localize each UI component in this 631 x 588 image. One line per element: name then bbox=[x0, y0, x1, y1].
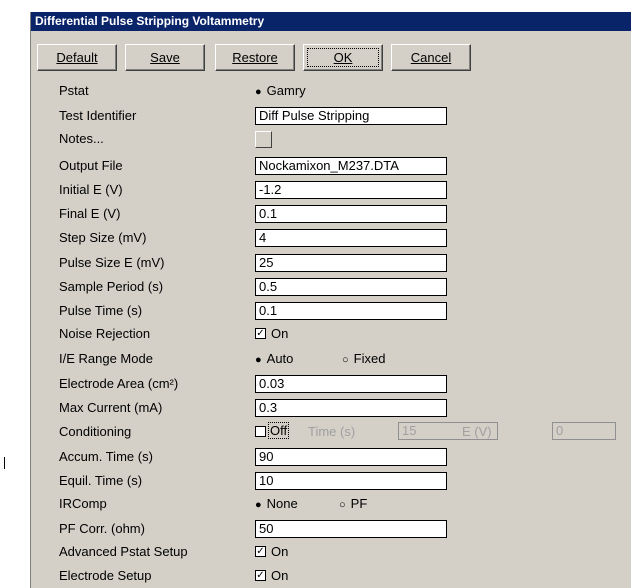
radio-unselected-icon: ○ bbox=[342, 354, 349, 366]
pstat-gamry-radio[interactable]: ● Gamry bbox=[255, 83, 306, 98]
electrode-area-label: Electrode Area (cm²) bbox=[59, 376, 179, 391]
notes-label: Notes... bbox=[59, 131, 104, 146]
pulse-size-input[interactable]: 25 bbox=[255, 254, 447, 272]
conditioning-e-label: E (V) bbox=[462, 424, 492, 439]
checkmark-icon: ✓ bbox=[256, 328, 265, 339]
ie-range-auto-label: Auto bbox=[266, 351, 294, 366]
pulse-size-label: Pulse Size E (mV) bbox=[59, 255, 165, 270]
ircomp-pf-label: PF bbox=[350, 496, 368, 511]
ie-range-mode-label: I/E Range Mode bbox=[59, 351, 153, 366]
cancel-button[interactable]: Cancel bbox=[391, 44, 471, 71]
output-file-input[interactable]: Nockamixon_M237.DTA bbox=[255, 157, 447, 175]
conditioning-checkbox[interactable] bbox=[255, 426, 266, 437]
step-size-input[interactable]: 4 bbox=[255, 229, 447, 247]
pstat-label: Pstat bbox=[59, 83, 89, 98]
electrode-setup-checkbox[interactable]: ✓ bbox=[255, 570, 266, 581]
electrode-setup-label: Electrode Setup bbox=[59, 568, 152, 583]
conditioning-time-label: Time (s) bbox=[308, 424, 356, 439]
electrode-area-input[interactable]: 0.03 bbox=[255, 375, 447, 393]
electrode-setup-on-label: On bbox=[271, 568, 289, 583]
advanced-pstat-checkbox[interactable]: ✓ bbox=[255, 546, 266, 557]
conditioning-e-input[interactable]: 0 bbox=[552, 422, 616, 440]
accum-time-label: Accum. Time (s) bbox=[59, 449, 153, 464]
advanced-pstat-label: Advanced Pstat Setup bbox=[59, 544, 188, 559]
advanced-pstat-on-label: On bbox=[271, 544, 289, 559]
pulse-time-input[interactable]: 0.1 bbox=[255, 302, 447, 320]
dialog-window: Differential Pulse Stripping Voltammetry… bbox=[30, 12, 631, 588]
ie-range-auto-radio[interactable]: ● Auto bbox=[255, 351, 293, 366]
radio-selected-icon: ● bbox=[255, 354, 262, 366]
max-current-input[interactable]: 0.3 bbox=[255, 399, 447, 417]
ie-range-fixed-radio[interactable]: ○ Fixed bbox=[342, 351, 385, 366]
test-identifier-label: Test Identifier bbox=[59, 108, 137, 123]
pf-corr-input[interactable]: 50 bbox=[255, 520, 447, 538]
window-title: Differential Pulse Stripping Voltammetry bbox=[31, 12, 631, 31]
noise-rejection-label: Noise Rejection bbox=[59, 326, 151, 341]
test-identifier-input[interactable]: Diff Pulse Stripping bbox=[255, 107, 447, 125]
ircomp-none-label: None bbox=[266, 496, 298, 511]
ircomp-label: IRComp bbox=[59, 496, 107, 511]
initial-e-label: Initial E (V) bbox=[59, 182, 123, 197]
conditioning-label: Conditioning bbox=[59, 424, 132, 439]
checkmark-icon: ✓ bbox=[256, 570, 265, 581]
noise-rejection-checkbox[interactable]: ✓ bbox=[255, 328, 266, 339]
sample-period-label: Sample Period (s) bbox=[59, 279, 164, 294]
ie-range-fixed-label: Fixed bbox=[353, 351, 386, 366]
ircomp-pf-radio[interactable]: ○ PF bbox=[339, 496, 367, 511]
radio-unselected-icon: ○ bbox=[339, 499, 346, 511]
step-size-label: Step Size (mV) bbox=[59, 230, 147, 245]
final-e-label: Final E (V) bbox=[59, 206, 121, 221]
pstat-gamry-label: Gamry bbox=[266, 83, 306, 98]
radio-selected-icon: ● bbox=[255, 499, 262, 511]
save-button[interactable]: Save bbox=[125, 44, 205, 71]
noise-rejection-on-label: On bbox=[271, 326, 289, 341]
stray-mark bbox=[4, 457, 5, 469]
ok-button[interactable]: OK bbox=[303, 44, 383, 71]
ircomp-none-radio[interactable]: ● None bbox=[255, 496, 298, 511]
default-button[interactable]: Default bbox=[37, 44, 117, 71]
output-file-label: Output File bbox=[59, 158, 123, 173]
accum-time-input[interactable]: 90 bbox=[255, 448, 447, 466]
notes-button[interactable] bbox=[255, 131, 272, 148]
radio-selected-icon: ● bbox=[255, 86, 262, 98]
final-e-input[interactable]: 0.1 bbox=[255, 205, 447, 223]
max-current-label: Max Current (mA) bbox=[59, 400, 163, 415]
pf-corr-label: PF Corr. (ohm) bbox=[59, 521, 145, 536]
conditioning-off-label: Off bbox=[267, 422, 290, 439]
initial-e-input[interactable]: -1.2 bbox=[255, 181, 447, 199]
equil-time-label: Equil. Time (s) bbox=[59, 473, 143, 488]
restore-button[interactable]: Restore bbox=[215, 44, 295, 71]
sample-period-input[interactable]: 0.5 bbox=[255, 278, 447, 296]
equil-time-input[interactable]: 10 bbox=[255, 472, 447, 490]
pulse-time-label: Pulse Time (s) bbox=[59, 303, 143, 318]
checkmark-icon: ✓ bbox=[256, 546, 265, 557]
